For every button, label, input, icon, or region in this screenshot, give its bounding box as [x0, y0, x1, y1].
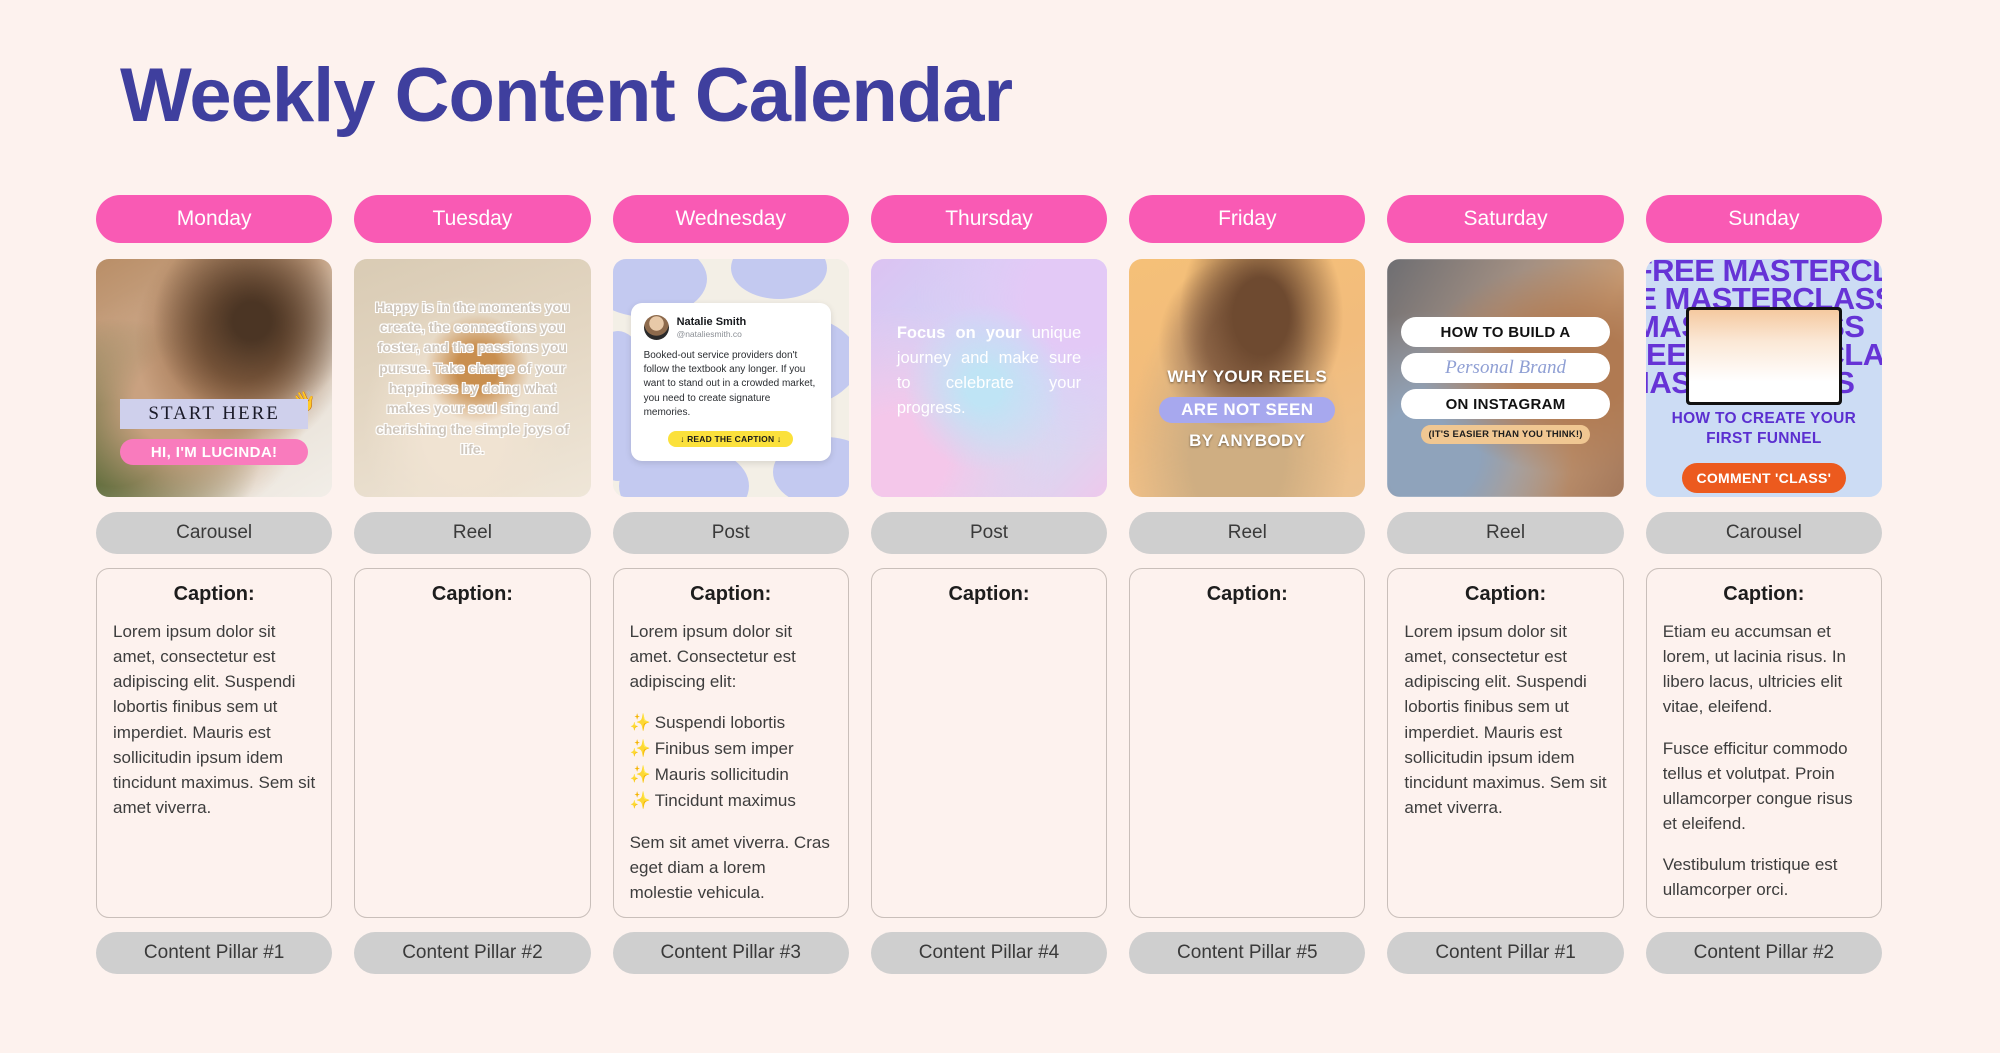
post-type-sunday[interactable]: Carousel — [1645, 512, 1882, 554]
sparkle-icon: ✨ — [629, 765, 651, 785]
bullet-text: Suspendi lobortis — [654, 713, 786, 733]
calendar-page: Weekly Content Calendar Monday 👋 START H… — [0, 0, 2000, 1053]
list-item: ✨ Suspendi lobortis — [630, 710, 832, 736]
caption-label: Caption: — [690, 583, 772, 605]
post-type-saturday[interactable]: Reel — [1387, 512, 1624, 554]
caption-label: Caption: — [1206, 583, 1288, 605]
day-header-thursday[interactable]: Thursday — [870, 195, 1108, 243]
day-column-tuesday: Tuesday Happy is in the moments you crea… — [354, 195, 591, 974]
media-card-wednesday[interactable]: Natalie Smith @nataliesmith.co Booked-ou… — [612, 259, 849, 497]
caption-outro: Sem sit amet viverra. Cras eget diam a l… — [629, 832, 830, 903]
group-photo — [1689, 341, 1839, 402]
day-column-friday: Friday WHY YOUR REELS ARE NOT SEEN BY AN… — [1129, 195, 1366, 974]
laptop-screen — [1688, 310, 1839, 402]
caption-label: Caption: — [1723, 583, 1805, 605]
day-column-sunday: Sunday FREE MASTERCLASS FREE MASTERCLASS… — [1645, 195, 1882, 974]
caption-box-monday[interactable]: Caption: Lorem ipsum dolor sit amet, con… — [96, 568, 333, 918]
sunday-cta-button[interactable]: COMMENT 'CLASS' — [1681, 463, 1846, 493]
thursday-quote: Focus on your unique journey and make su… — [897, 321, 1081, 421]
list-item: ✨ Tincidunt maximus — [630, 788, 832, 814]
caption-box-friday[interactable]: Caption: — [1129, 568, 1366, 918]
content-pillar-monday[interactable]: Content Pillar #1 — [96, 932, 333, 974]
saturday-note: (IT'S EASIER THAN YOU THINK!) — [1421, 425, 1590, 444]
caption-box-saturday[interactable]: Caption: Lorem ipsum dolor sit amet, con… — [1387, 568, 1624, 918]
caption-paragraph: Lorem ipsum dolor sit amet, consectetur … — [1404, 622, 1607, 818]
thursday-quote-lead: Focus on your — [896, 324, 1022, 342]
monday-pill-text: HI, I'M LUCINDA! — [120, 439, 309, 465]
bullet-text: Finibus sem imper — [654, 739, 794, 759]
day-header-monday[interactable]: Monday — [96, 195, 333, 243]
monday-band-text: START HERE — [120, 399, 309, 429]
saturday-pill-1: HOW TO BUILD A — [1401, 317, 1610, 347]
caption-paragraph: Lorem ipsum dolor sit amet, consectetur … — [113, 622, 316, 818]
read-the-caption-button[interactable]: ↓ READ THE CAPTION ↓ — [668, 430, 794, 447]
day-header-saturday[interactable]: Saturday — [1387, 195, 1624, 243]
day-column-thursday: Thursday Focus on your unique journey an… — [870, 195, 1108, 974]
bullet-text: Tincidunt maximus — [654, 790, 796, 810]
content-pillar-sunday[interactable]: Content Pillar #2 — [1645, 932, 1882, 974]
list-item: ✨ Finibus sem imper — [630, 736, 832, 762]
sparkle-icon: ✨ — [629, 713, 651, 733]
sparkle-icon: ✨ — [629, 790, 651, 810]
caption-label: Caption: — [948, 583, 1030, 605]
day-column-saturday: Saturday HOW TO BUILD A Personal Brand O… — [1387, 195, 1624, 974]
page-title: Weekly Content Calendar — [120, 53, 1013, 138]
friday-line-1: WHY YOUR REELS — [1167, 367, 1328, 386]
tuesday-quote-text: Happy is in the moments you create, the … — [375, 298, 570, 457]
tweet-card: Natalie Smith @nataliesmith.co Booked-ou… — [630, 303, 831, 461]
friday-line-2: ARE NOT SEEN — [1159, 397, 1336, 423]
caption-box-wednesday[interactable]: Caption: Lorem ipsum dolor sit amet. Con… — [612, 568, 849, 918]
list-item: ✨ Mauris sollicitudin — [630, 762, 832, 788]
content-pillar-friday[interactable]: Content Pillar #5 — [1129, 932, 1366, 974]
caption-label: Caption: — [1465, 583, 1547, 605]
avatar — [643, 315, 669, 340]
media-card-saturday[interactable]: HOW TO BUILD A Personal Brand ON INSTAGR… — [1387, 259, 1624, 497]
media-card-friday[interactable]: WHY YOUR REELS ARE NOT SEEN BY ANYBODY — [1129, 259, 1366, 497]
caption-box-tuesday[interactable]: Caption: — [354, 568, 591, 918]
post-type-friday[interactable]: Reel — [1129, 512, 1366, 554]
day-header-wednesday[interactable]: Wednesday — [612, 195, 849, 243]
day-header-friday[interactable]: Friday — [1129, 195, 1366, 243]
week-grid: Monday 👋 START HERE HI, I'M LUCINDA! Car… — [96, 195, 1882, 974]
media-card-sunday[interactable]: FREE MASTERCLASS FREE MASTERCLASS FREE M… — [1645, 259, 1882, 497]
media-card-monday[interactable]: 👋 START HERE HI, I'M LUCINDA! — [96, 259, 333, 497]
content-pillar-wednesday[interactable]: Content Pillar #3 — [612, 932, 849, 974]
caption-box-sunday[interactable]: Caption: Etiam eu accumsan et lorem, ut … — [1645, 568, 1882, 918]
caption-intro: Lorem ipsum dolor sit amet. Consectetur … — [629, 622, 796, 692]
tweet-author-name: Natalie Smith — [676, 315, 747, 328]
caption-paragraph: Fusce efficitur commodo tellus et volutp… — [1662, 738, 1853, 834]
content-pillar-thursday[interactable]: Content Pillar #4 — [870, 932, 1108, 974]
day-header-tuesday[interactable]: Tuesday — [354, 195, 591, 243]
day-column-wednesday: Wednesday Natalie Smith @nataliesmith.co… — [612, 195, 849, 974]
caption-box-thursday[interactable]: Caption: — [870, 568, 1108, 918]
caption-bullet-list: ✨ Suspendi lobortis ✨ Finibus sem imper ✨ M… — [630, 710, 832, 813]
friday-line-3: BY ANYBODY — [1189, 431, 1306, 450]
content-pillar-tuesday[interactable]: Content Pillar #2 — [354, 932, 591, 974]
sparkle-icon: ✨ — [629, 739, 651, 759]
caption-label: Caption: — [173, 583, 255, 605]
post-type-thursday[interactable]: Post — [870, 512, 1108, 554]
tweet-body: Booked-out service providers don't follo… — [643, 350, 816, 418]
media-card-thursday[interactable]: Focus on your unique journey and make su… — [870, 259, 1108, 497]
content-pillar-saturday[interactable]: Content Pillar #1 — [1387, 932, 1624, 974]
tweet-author-handle: @nataliesmith.co — [676, 328, 742, 339]
post-type-tuesday[interactable]: Reel — [354, 512, 591, 554]
post-type-wednesday[interactable]: Post — [612, 512, 849, 554]
bullet-text: Mauris sollicitudin — [654, 765, 789, 785]
saturday-pill-3: ON INSTAGRAM — [1401, 389, 1610, 419]
sunday-headline: HOW TO CREATE YOUR FIRST FUNNEL — [1671, 410, 1857, 448]
post-type-monday[interactable]: Carousel — [96, 512, 333, 554]
caption-paragraph: Vestibulum tristique est ullamcorper orc… — [1662, 855, 1838, 900]
day-column-monday: Monday 👋 START HERE HI, I'M LUCINDA! Car… — [96, 195, 333, 974]
laptop-mockup — [1685, 307, 1842, 405]
day-header-sunday[interactable]: Sunday — [1645, 195, 1882, 243]
tweet-header: Natalie Smith @nataliesmith.co — [643, 315, 818, 340]
caption-paragraph: Etiam eu accumsan et lorem, ut lacinia r… — [1662, 622, 1846, 717]
media-card-tuesday[interactable]: Happy is in the moments you create, the … — [354, 259, 591, 497]
caption-label: Caption: — [431, 583, 513, 605]
saturday-pill-2: Personal Brand — [1401, 353, 1610, 383]
